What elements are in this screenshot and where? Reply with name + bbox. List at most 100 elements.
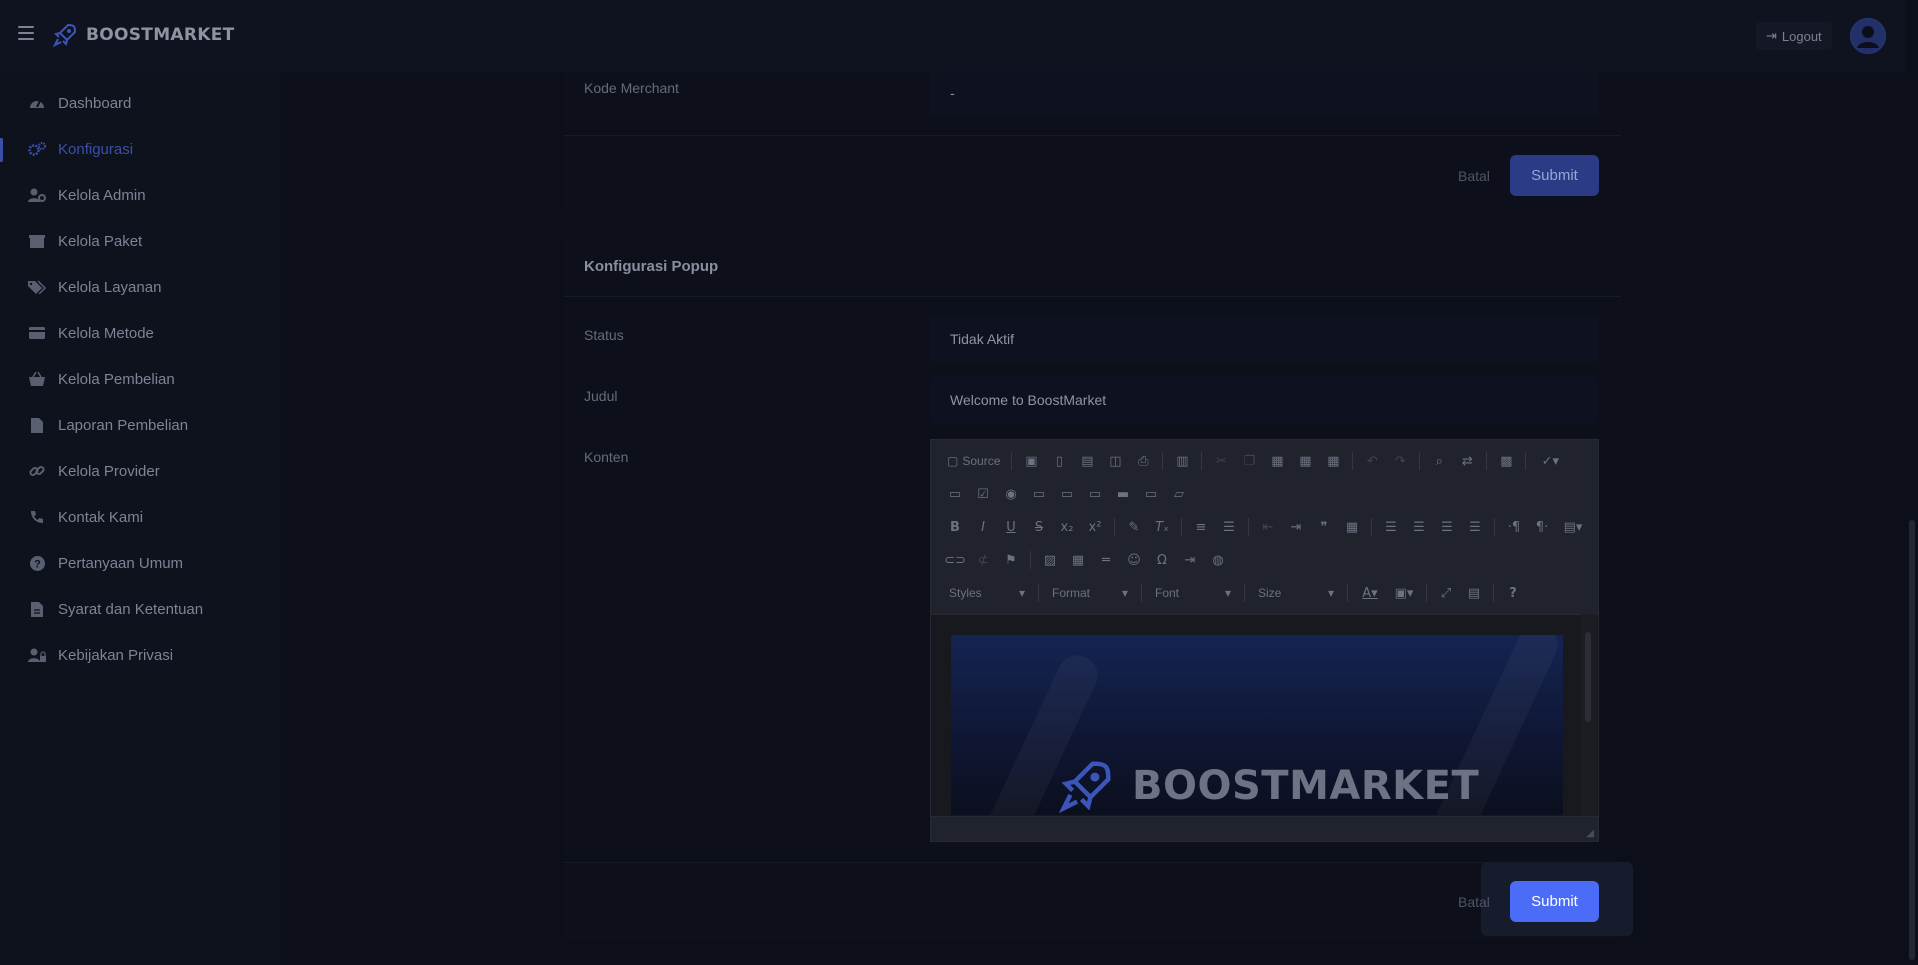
align-left-icon[interactable]: ☰: [1379, 516, 1403, 538]
language-icon[interactable]: ▤▾: [1558, 516, 1588, 538]
spellcheck-icon[interactable]: ✓▾: [1533, 450, 1567, 472]
save-icon[interactable]: ▣: [1019, 450, 1043, 472]
sidebar-item-syarat-dan-ketentuan[interactable]: Syarat dan Ketentuan: [0, 590, 280, 628]
font-dropdown[interactable]: Font ▾: [1149, 582, 1237, 604]
redo-icon[interactable]: ↷: [1388, 450, 1412, 472]
page-scroll-thumb[interactable]: [1909, 520, 1915, 960]
smiley-icon[interactable]: ☺: [1122, 549, 1146, 571]
paste-text-icon[interactable]: ▦: [1293, 450, 1317, 472]
strikethrough-icon[interactable]: S: [1027, 516, 1051, 538]
bulleted-list-icon[interactable]: ☰: [1217, 516, 1241, 538]
undo-icon[interactable]: ↶: [1360, 450, 1384, 472]
sidebar-item-kontak-kami[interactable]: Kontak Kami: [0, 498, 280, 536]
batal-button-popup[interactable]: Batal: [1458, 894, 1490, 910]
kode-merchant-field[interactable]: -: [930, 70, 1598, 116]
div-container-icon[interactable]: ▦: [1340, 516, 1364, 538]
avatar[interactable]: [1850, 18, 1886, 54]
cut-icon[interactable]: ✂: [1209, 450, 1233, 472]
editor-scroll-thumb[interactable]: [1585, 632, 1591, 722]
templates-icon[interactable]: ▥: [1170, 450, 1194, 472]
numbered-list-icon[interactable]: ≡: [1189, 516, 1213, 538]
unlink-icon[interactable]: ⊄: [971, 549, 995, 571]
image-icon[interactable]: ▨: [1038, 549, 1062, 571]
subscript-icon[interactable]: x₂: [1055, 516, 1079, 538]
page-break-icon[interactable]: ⇥: [1178, 549, 1202, 571]
replace-icon[interactable]: ⇄: [1455, 450, 1479, 472]
sidebar-item-pertanyaan-umum[interactable]: ? Pertanyaan Umum: [0, 544, 280, 582]
bold-icon[interactable]: B: [943, 516, 967, 538]
indent-icon[interactable]: ⇥: [1284, 516, 1308, 538]
batal-button-merchant[interactable]: Batal: [1458, 168, 1490, 184]
textarea-icon[interactable]: ▭: [1055, 483, 1079, 505]
select-field-icon[interactable]: ▭: [1083, 483, 1107, 505]
paste-word-icon[interactable]: ▦: [1321, 450, 1345, 472]
source-button[interactable]: ▢ Source: [943, 450, 1004, 472]
button-field-icon[interactable]: ▬: [1111, 483, 1135, 505]
align-center-icon[interactable]: ☰: [1407, 516, 1431, 538]
italic-icon[interactable]: I: [971, 516, 995, 538]
sidebar-item-kelola-provider[interactable]: Kelola Provider: [0, 452, 280, 490]
new-page-icon[interactable]: ▯: [1047, 450, 1071, 472]
sidebar-item-kelola-pembelian[interactable]: Kelola Pembelian: [0, 360, 280, 398]
submit-button-popup[interactable]: Submit: [1510, 881, 1599, 922]
blockquote-icon[interactable]: ❞: [1312, 516, 1336, 538]
maximize-icon[interactable]: ⤢: [1434, 582, 1458, 604]
iframe-globe-icon[interactable]: ◍: [1206, 549, 1230, 571]
hidden-field-icon[interactable]: ▱: [1167, 483, 1191, 505]
radio-icon[interactable]: ◉: [999, 483, 1023, 505]
preview-icon[interactable]: ◫: [1103, 450, 1127, 472]
editor-content-area[interactable]: BOOSTMARKET: [931, 614, 1598, 816]
styles-dropdown[interactable]: Styles ▾: [943, 582, 1031, 604]
sidebar-item-kelola-admin[interactable]: Kelola Admin: [0, 176, 280, 214]
toolbar-separator: [1371, 518, 1372, 536]
show-blocks-icon[interactable]: ▤: [1462, 582, 1486, 604]
brand[interactable]: BOOSTMARKET: [52, 22, 235, 48]
logout-button[interactable]: ⇥ Logout: [1756, 22, 1832, 50]
export-pdf-icon[interactable]: ▤: [1075, 450, 1099, 472]
table-icon[interactable]: ▦: [1066, 549, 1090, 571]
format-dropdown[interactable]: Format ▾: [1046, 582, 1134, 604]
find-icon[interactable]: ⌕: [1427, 450, 1451, 472]
image-button-icon[interactable]: ▭: [1139, 483, 1163, 505]
source-label: Source: [962, 454, 1001, 468]
size-dropdown[interactable]: Size ▾: [1252, 582, 1340, 604]
paste-icon[interactable]: ▦: [1265, 450, 1289, 472]
resize-grip-icon[interactable]: ◢: [1586, 828, 1594, 839]
superscript-icon[interactable]: x²: [1083, 516, 1107, 538]
checkbox-icon[interactable]: ☑: [971, 483, 995, 505]
sidebar-item-kelola-paket[interactable]: Kelola Paket: [0, 222, 280, 260]
sidebar-item-laporan-pembelian[interactable]: Laporan Pembelian: [0, 406, 280, 444]
sidebar-item-kelola-metode[interactable]: Kelola Metode: [0, 314, 280, 352]
underline-icon[interactable]: U: [999, 516, 1023, 538]
sidebar-item-konfigurasi[interactable]: Konfigurasi: [0, 130, 280, 168]
link-icon[interactable]: ⊂⊃: [943, 549, 967, 571]
rtl-icon[interactable]: ¶·: [1530, 516, 1554, 538]
print-icon[interactable]: ⎙: [1131, 450, 1155, 472]
align-right-icon[interactable]: ☰: [1435, 516, 1459, 538]
help-icon[interactable]: ?: [1501, 582, 1525, 604]
text-color-icon[interactable]: A▾: [1355, 582, 1385, 604]
editor-scrollbar[interactable]: [1581, 614, 1597, 816]
text-field-icon[interactable]: ▭: [1027, 483, 1051, 505]
judul-input[interactable]: Welcome to BoostMarket: [930, 377, 1598, 423]
sidebar-item-dashboard[interactable]: Dashboard: [0, 84, 280, 122]
form-icon[interactable]: ▭: [943, 483, 967, 505]
horizontal-line-icon[interactable]: ═: [1094, 549, 1118, 571]
sidebar-item-kebijakan-privasi[interactable]: Kebijakan Privasi: [0, 636, 280, 674]
anchor-flag-icon[interactable]: ⚑: [999, 549, 1023, 571]
copy-format-icon[interactable]: ✎: [1122, 516, 1146, 538]
sidebar-item-kelola-layanan[interactable]: Kelola Layanan: [0, 268, 280, 306]
copy-icon[interactable]: ❐: [1237, 450, 1261, 472]
editor-status-bar: ◢: [931, 816, 1598, 841]
outdent-icon[interactable]: ⇤: [1256, 516, 1280, 538]
menu-toggle-icon[interactable]: [18, 26, 34, 40]
status-select[interactable]: Tidak Aktif: [930, 316, 1598, 362]
special-char-icon[interactable]: Ω: [1150, 549, 1174, 571]
ltr-icon[interactable]: ·¶: [1502, 516, 1526, 538]
page-scrollbar[interactable]: [1906, 0, 1918, 965]
justify-icon[interactable]: ☰: [1463, 516, 1487, 538]
submit-button-merchant[interactable]: Submit: [1510, 155, 1599, 196]
remove-format-icon[interactable]: Tₓ: [1150, 516, 1174, 538]
select-all-icon[interactable]: ▩: [1494, 450, 1518, 472]
background-color-icon[interactable]: ▣▾: [1389, 582, 1419, 604]
